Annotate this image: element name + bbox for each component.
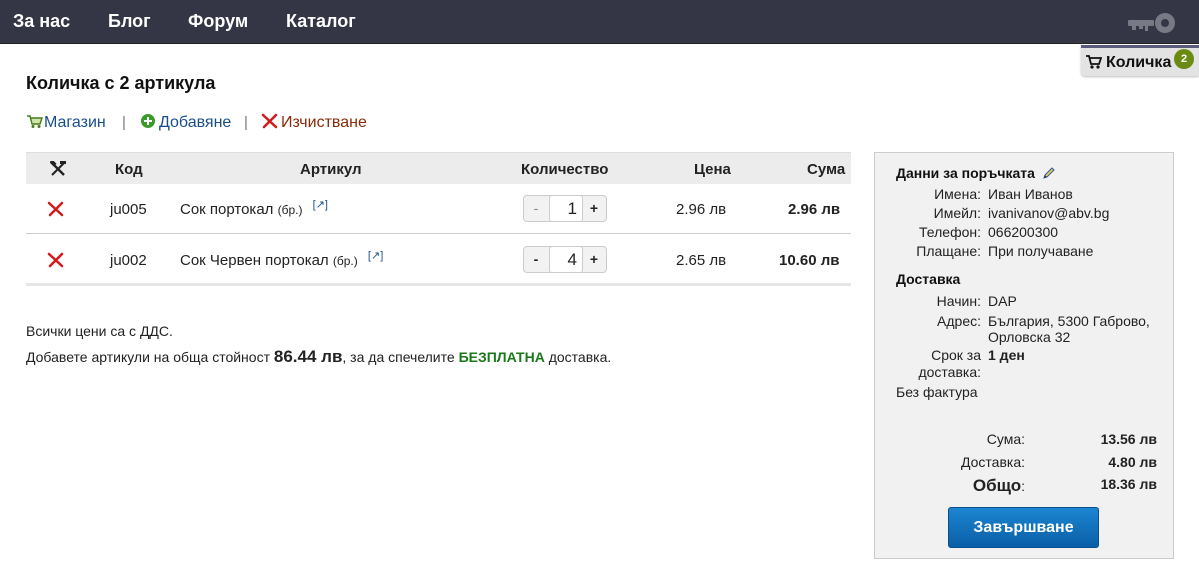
order-data-title-text: Данни за поръчката	[896, 165, 1035, 181]
key-icon[interactable]	[1127, 11, 1177, 35]
shop-link[interactable]: Магазин	[26, 113, 106, 132]
external-link-icon[interactable]: [↗]	[313, 199, 328, 211]
external-link-icon[interactable]: [↗]	[368, 250, 383, 262]
row-item: Сок Червен портокал (бр.) [↗]	[180, 250, 383, 269]
phone-label: Телефон:	[919, 224, 981, 240]
method-label: Начин:	[936, 293, 981, 309]
finish-button[interactable]: Завършване	[948, 507, 1099, 548]
free-note-word: БЕЗПЛАТНА	[458, 349, 545, 365]
shop-link-label: Магазин	[44, 114, 106, 131]
quantity-input[interactable]: 4	[549, 246, 583, 273]
quantity-minus-button[interactable]: -	[524, 196, 548, 221]
free-note-middle: , за да спечелите	[342, 349, 459, 365]
nav-catalog[interactable]: Каталог	[286, 11, 356, 32]
invoice-note: Без фактура	[896, 384, 978, 400]
nav-forum[interactable]: Форум	[188, 11, 248, 32]
add-link-label: Добавяне	[159, 114, 232, 131]
quantity-plus-button[interactable]: +	[582, 247, 606, 272]
payment-value: При получаване	[988, 243, 1094, 259]
free-note-amount: 86.44 лв	[273, 347, 343, 366]
order-summary-panel: Данни за поръчката Имена: Иван Иванов Им…	[874, 152, 1174, 559]
header-sum: Сума	[807, 161, 846, 178]
clear-x-icon	[261, 113, 278, 129]
total-label-colon: :	[1021, 478, 1025, 494]
delivery-cost-label: Доставка:	[960, 454, 1025, 470]
page-title: Количка с 2 артикула	[26, 73, 216, 93]
edit-pencil-icon[interactable]	[1042, 166, 1056, 180]
nav-blog[interactable]: Блог	[108, 11, 151, 32]
row-code: ju002	[110, 252, 147, 269]
row-item-name: Сок портокал	[180, 201, 274, 218]
total-label: Общо:	[895, 476, 1025, 496]
shop-cart-icon	[27, 115, 43, 128]
clear-link[interactable]: Изчистване	[261, 113, 367, 132]
top-navigation: За нас Блог Форум Каталог	[0, 0, 1199, 44]
header-quantity: Количество	[521, 161, 609, 178]
payment-label: Плащане:	[916, 243, 981, 259]
nav-about[interactable]: За нас	[13, 11, 70, 32]
row-item-name: Сок Червен портокал	[180, 252, 329, 269]
email-label: Имейл:	[933, 205, 981, 221]
table-header: Код Артикул Количество Цена Сума	[26, 152, 851, 184]
quantity-stepper: - 4 +	[523, 246, 607, 273]
add-circle-icon	[141, 114, 155, 128]
quantity-stepper: - 1 +	[523, 195, 607, 222]
delete-x-icon[interactable]	[47, 252, 65, 268]
table-footer-bar	[26, 283, 851, 286]
row-item-unit: (бр.)	[277, 203, 303, 217]
quantity-minus-button[interactable]: -	[524, 247, 548, 272]
add-link[interactable]: Добавяне	[140, 113, 231, 132]
quantity-plus-button[interactable]: +	[582, 196, 606, 221]
row-sum: 2.96 лв	[788, 201, 841, 218]
header-price: Цена	[694, 161, 731, 178]
name-label: Имена:	[934, 186, 981, 202]
cart-label: Количка	[1106, 54, 1172, 71]
delivery-title: Доставка	[896, 271, 961, 287]
quantity-input[interactable]: 1	[549, 195, 583, 222]
term-value: 1 ден	[988, 347, 1025, 363]
phone-link[interactable]: 066200300	[988, 224, 1058, 240]
name-value: Иван Иванов	[988, 186, 1073, 202]
vat-note: Всички цени са с ДДС.	[26, 323, 173, 339]
clear-link-label: Изчистване	[281, 114, 367, 131]
row-item-unit: (бр.)	[332, 254, 358, 268]
address-label: Адрес:	[937, 313, 981, 329]
separator: |	[122, 114, 126, 131]
total-label-text: Общо	[972, 476, 1022, 495]
table-row: ju002 Сок Червен портокал (бр.) [↗] - 4 …	[26, 235, 851, 285]
term-label-line-2: доставка:	[918, 364, 981, 380]
delivery-cost-value: 4.80 лв	[1108, 454, 1157, 470]
free-note-after: доставка.	[544, 349, 612, 365]
order-data-title: Данни за поръчката	[896, 165, 1056, 181]
row-item: Сок портокал (бр.) [↗]	[180, 199, 328, 218]
free-note-before: Добавете артикули на обща стойност	[26, 349, 274, 365]
address-line-1: България, 5300 Габрово,	[988, 313, 1150, 329]
free-delivery-note: Добавете артикули на обща стойност 86.44…	[26, 347, 611, 367]
row-price: 2.65 лв	[676, 252, 727, 269]
cart-tab[interactable]: Количка 2	[1081, 45, 1199, 76]
header-item: Артикул	[300, 161, 362, 178]
email-link[interactable]: ivanivanov@abv.bg	[988, 205, 1109, 221]
term-label-line-1: Срок за	[931, 347, 981, 363]
row-sum: 10.60 лв	[779, 252, 840, 269]
total-value: 18.36 лв	[1100, 476, 1157, 492]
sum-value: 13.56 лв	[1100, 431, 1157, 447]
delete-x-icon[interactable]	[47, 201, 65, 217]
shopping-cart-icon	[1086, 55, 1102, 69]
tools-icon	[50, 161, 66, 176]
address-line-2: Орловска 32	[988, 329, 1071, 345]
cart-count-badge: 2	[1174, 49, 1194, 69]
table-row: ju005 Сок портокал (бр.) [↗] - 1 + 2.96 …	[26, 184, 851, 234]
row-price: 2.96 лв	[676, 201, 727, 218]
row-code: ju005	[110, 201, 147, 218]
separator: |	[244, 114, 248, 131]
header-code: Код	[115, 161, 143, 178]
method-value: DAP	[988, 293, 1017, 309]
sum-label: Сума:	[986, 431, 1025, 447]
